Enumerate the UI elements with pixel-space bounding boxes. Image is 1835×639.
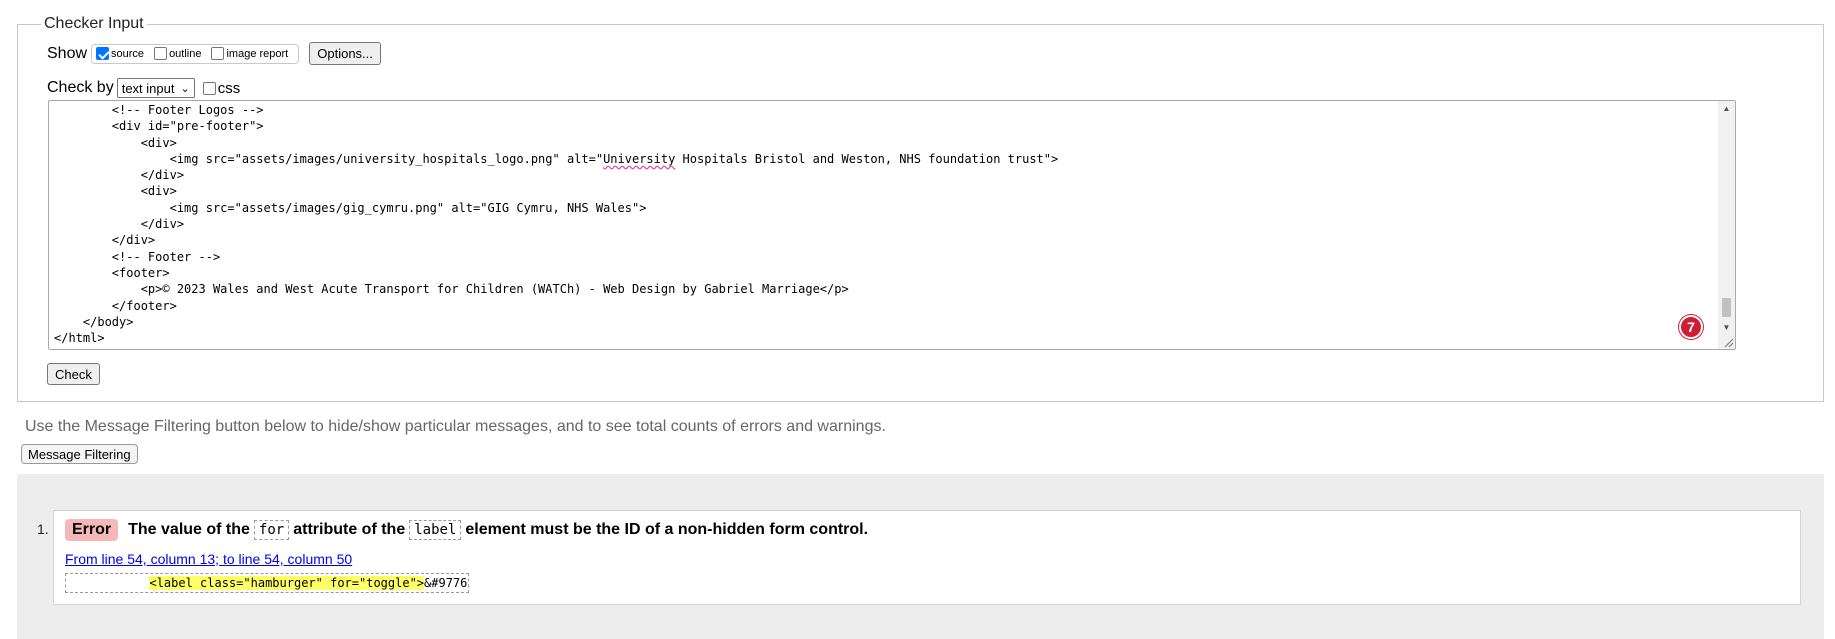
checkbox-unchecked-icon[interactable] — [211, 47, 225, 60]
checkbox-checked-icon[interactable] — [96, 47, 110, 60]
grammar-count-badge[interactable]: 7 — [1679, 315, 1703, 339]
extract-highlight: <label class="hamburger" for="toggle"> — [149, 576, 425, 590]
check-by-label: Check by — [47, 79, 114, 96]
show-image-report-label: image report — [226, 47, 289, 60]
show-row: Show source outline image report Options… — [47, 42, 381, 65]
message-text-part: The value of the — [128, 521, 250, 538]
css-checkbox[interactable]: css — [202, 79, 241, 97]
show-source-checkbox[interactable]: source — [96, 47, 144, 60]
show-options-group: source outline image report — [91, 43, 300, 64]
spellcheck-underlined-word: University — [603, 151, 676, 166]
source-textarea[interactable]: <!-- Footer Logos --> <div id="pre-foote… — [48, 100, 1736, 350]
scroll-up-arrow-icon[interactable]: ▲ — [1718, 102, 1735, 116]
show-label: Show — [47, 44, 88, 62]
error-badge: Error — [65, 519, 119, 541]
show-image-report-checkbox[interactable]: image report — [211, 47, 288, 60]
show-outline-checkbox[interactable]: outline — [154, 47, 201, 60]
checkbox-unchecked-icon[interactable] — [154, 47, 168, 60]
message-text-part: element must be the ID of a non-hidden f… — [465, 521, 869, 538]
check-button[interactable]: Check — [47, 363, 100, 385]
css-label: css — [217, 79, 241, 97]
resize-grip-icon[interactable] — [1722, 336, 1734, 348]
message-extract: <label class="hamburger" for="toggle">&#… — [65, 573, 470, 593]
message-code-for: for — [253, 520, 290, 540]
results-panel: 1. Error The value of the for attribute … — [17, 474, 1824, 639]
message-item: Error The value of the for attribute of … — [53, 510, 1801, 605]
check-by-row: Check by text input ⌄ css — [47, 78, 240, 98]
source-code: <!-- Footer Logos --> <div id="pre-foote… — [54, 103, 1059, 346]
options-button[interactable]: Options... — [309, 42, 381, 65]
show-source-label: source — [111, 47, 145, 60]
message-code-label: label — [409, 520, 462, 540]
check-by-value: text input — [121, 80, 175, 96]
show-outline-label: outline — [169, 47, 202, 60]
scrollbar-thumb[interactable] — [1722, 298, 1731, 317]
scroll-down-arrow-icon[interactable]: ▼ — [1718, 321, 1735, 335]
textarea-scrollbar[interactable]: ▲ ▼ — [1718, 101, 1735, 349]
check-by-select[interactable]: text input ⌄ — [116, 78, 195, 98]
checkbox-unchecked-icon[interactable] — [202, 81, 216, 95]
checker-input-legend: Checker Input — [44, 15, 144, 32]
chevron-down-icon: ⌄ — [180, 82, 190, 95]
message-location-link[interactable]: From line 54, column 13; to line 54, col… — [65, 551, 352, 567]
message-number: 1. — [37, 521, 49, 537]
extract-suffix: &#9776 — [424, 576, 468, 590]
message-title: Error The value of the for attribute of … — [65, 519, 868, 541]
filter-hint-text: Use the Message Filtering button below t… — [25, 418, 886, 435]
message-text-part: attribute of the — [293, 521, 406, 538]
extract-prefix — [70, 576, 149, 590]
message-filtering-button[interactable]: Message Filtering — [21, 444, 138, 464]
